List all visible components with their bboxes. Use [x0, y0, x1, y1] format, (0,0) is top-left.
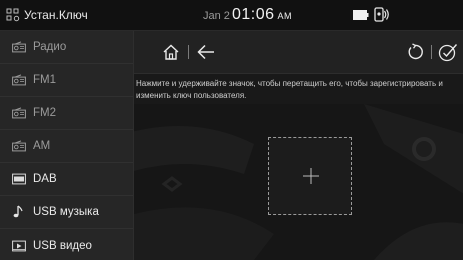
sidebar-item-label: AM	[33, 140, 51, 152]
sidebar-item-usb-music[interactable]: USB музыка	[0, 196, 133, 229]
toolbar	[134, 31, 463, 74]
sidebar-item-label: Радио	[33, 41, 67, 53]
phone-connected-icon	[374, 7, 389, 22]
sidebar-item-dab[interactable]: DAB	[0, 163, 133, 196]
confirm-check-icon[interactable]	[438, 42, 458, 62]
sidebar-item-fm2[interactable]: FM2	[0, 97, 133, 130]
sidebar-item-label: FM2	[33, 107, 56, 119]
status-time-ampm: AM	[277, 11, 293, 21]
reset-icon[interactable]	[406, 43, 424, 61]
plus-icon	[303, 168, 319, 184]
radio-icon	[12, 41, 26, 53]
battery-icon	[353, 10, 369, 20]
status-time: 01:06 AM	[232, 6, 292, 24]
sidebar-item-am[interactable]: AM	[0, 130, 133, 163]
sidebar: Радио FM1 FM2 AM DAB USB музыка USB виде…	[0, 31, 133, 260]
sidebar-item-label: FM1	[33, 74, 56, 86]
grid-settings-icon	[6, 8, 20, 22]
back-arrow-icon[interactable]	[196, 43, 216, 61]
video-icon	[12, 240, 26, 251]
screen: Устан.Ключ Jan 2 01:06 AM Радио FM1 FM2 …	[0, 0, 463, 260]
home-icon[interactable]	[162, 43, 180, 61]
radio-icon	[12, 107, 26, 119]
app-title: Устан.Ключ	[24, 8, 88, 22]
sidebar-item-label: USB музыка	[33, 206, 99, 218]
toolbar-divider	[188, 45, 189, 59]
radio-icon	[12, 74, 26, 86]
sidebar-item-radio[interactable]: Радио	[0, 31, 133, 64]
music-note-icon	[13, 205, 23, 218]
status-time-value: 01:06	[232, 6, 275, 23]
status-bar: Устан.Ключ Jan 2 01:06 AM	[0, 0, 463, 31]
sidebar-item-usb-video[interactable]: USB видео	[0, 229, 133, 260]
instruction-text: Нажмите и удерживайте значок, чтобы пере…	[136, 79, 443, 100]
sidebar-item-label: DAB	[33, 173, 57, 185]
radio-icon	[12, 140, 26, 152]
add-key-slot[interactable]	[268, 137, 352, 215]
status-date: Jan 2	[203, 10, 230, 22]
main-panel: Нажмите и удерживайте значок, чтобы пере…	[133, 31, 463, 260]
sidebar-item-fm1[interactable]: FM1	[0, 64, 133, 97]
sidebar-item-label: USB видео	[33, 239, 92, 252]
dab-icon	[12, 173, 26, 185]
toolbar-divider	[431, 45, 432, 59]
